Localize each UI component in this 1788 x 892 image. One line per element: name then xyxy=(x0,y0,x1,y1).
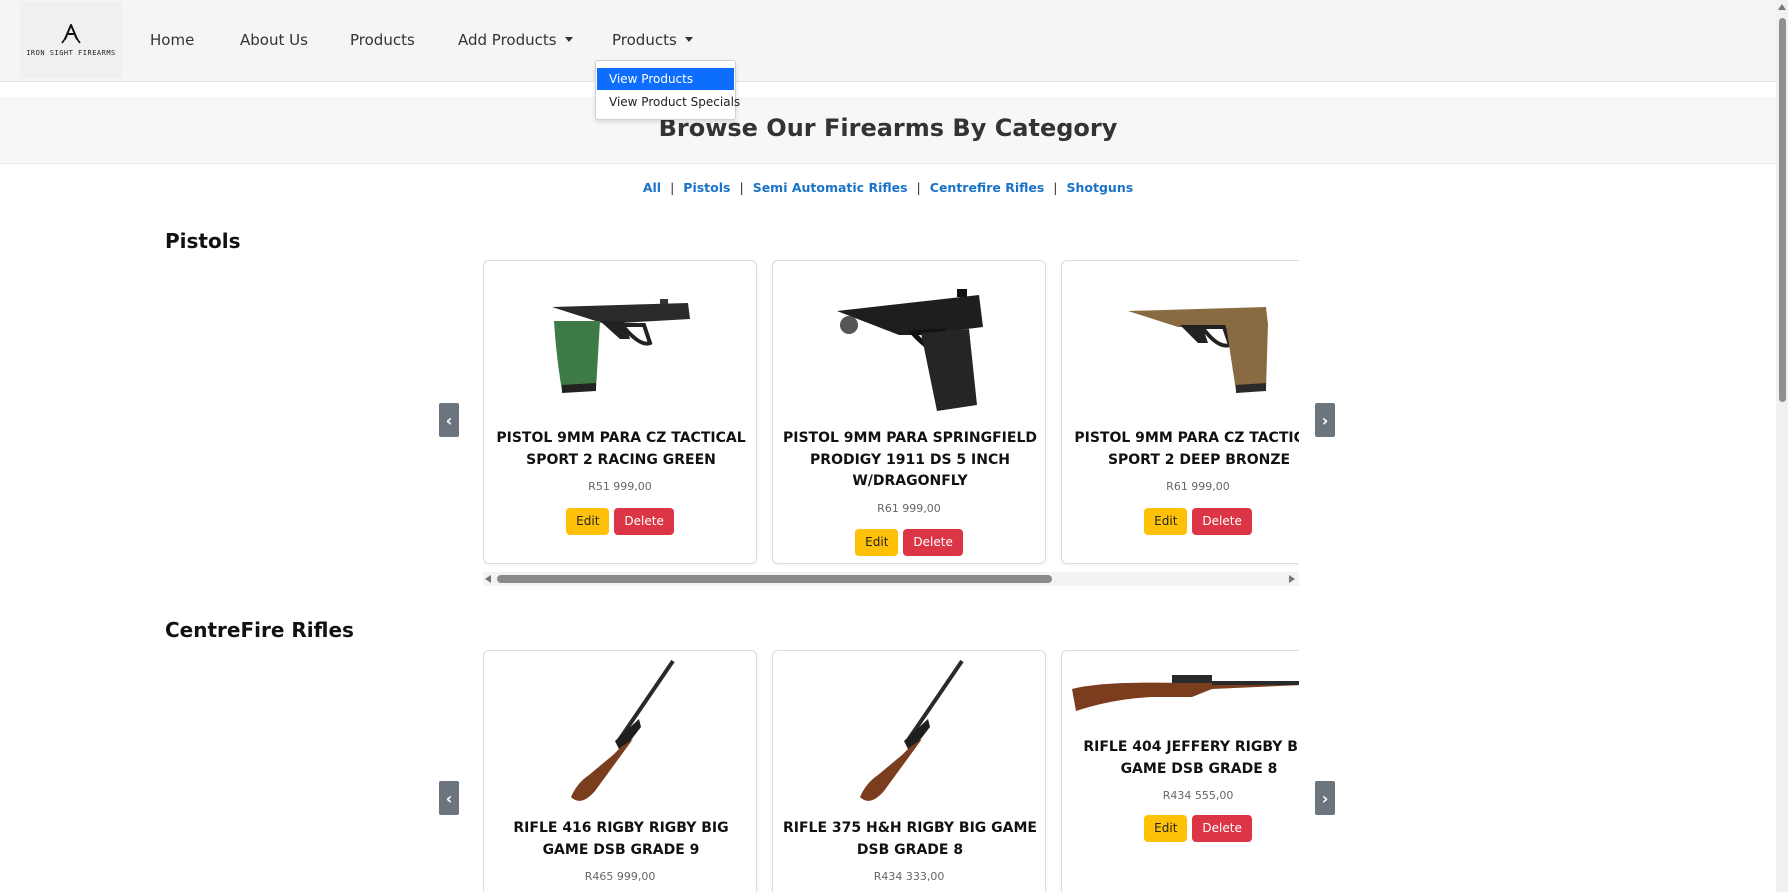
product-card: PISTOL 9MM PARA CZ TACTICAL SPORT 2 DEEP… xyxy=(1061,260,1299,564)
product-card: RIFLE 416 RIGBY RIGBY BIG GAME DSB GRADE… xyxy=(483,650,757,892)
brand-logo[interactable]: IRON SIGHT FIREARMS xyxy=(20,2,122,78)
scrollbar-thumb[interactable] xyxy=(497,575,1052,583)
separator: | xyxy=(739,180,744,195)
edit-button[interactable]: Edit xyxy=(1144,815,1188,842)
carousel-next-button[interactable]: › xyxy=(1315,403,1335,437)
product-name: RIFLE 375 H&H RIGBY BIG GAME DSB GRADE 8 xyxy=(783,820,1037,858)
category-link-centrefire-rifles[interactable]: Centrefire Rifles xyxy=(930,180,1045,195)
product-card: PISTOL 9MM PARA CZ TACTICAL SPORT 2 RACI… xyxy=(483,260,757,564)
category-link-shotguns[interactable]: Shotguns xyxy=(1067,180,1134,195)
scroll-up-arrow-icon[interactable] xyxy=(1778,4,1786,10)
page-vertical-scrollbar[interactable] xyxy=(1776,0,1788,892)
chevron-left-icon: ‹ xyxy=(445,788,453,808)
nav-products-dropdown-label: Products xyxy=(612,31,677,49)
hero-banner: Browse Our Firearms By Category xyxy=(0,97,1776,164)
product-price: R434 333,00 xyxy=(873,870,945,883)
carousel-prev-button[interactable]: ‹ xyxy=(439,781,459,815)
separator: | xyxy=(1053,180,1058,195)
edit-button[interactable]: Edit xyxy=(566,508,610,535)
category-link-all[interactable]: All xyxy=(643,180,661,195)
nav-products-dropdown[interactable]: Products xyxy=(612,31,693,49)
delete-button[interactable]: Delete xyxy=(1192,508,1252,535)
product-name: PISTOL 9MM PARA CZ TACTICAL SPORT 2 RACI… xyxy=(496,430,746,468)
chevron-down-icon xyxy=(564,37,573,42)
separator: | xyxy=(670,180,675,195)
nav-about-us[interactable]: About Us xyxy=(240,31,308,49)
product-price: R434 555,00 xyxy=(1162,789,1234,802)
chevron-right-icon: › xyxy=(1321,410,1329,430)
chevron-left-icon: ‹ xyxy=(445,410,453,430)
scroll-right-arrow-icon[interactable] xyxy=(1289,575,1295,583)
pistol-green-image xyxy=(484,285,756,395)
product-actions: Edit Delete xyxy=(1062,508,1299,535)
category-filter-links: All | Pistols | Semi Automatic Rifles | Centre… xyxy=(0,180,1776,195)
products-dropdown-menu: View Products View Product Specials xyxy=(595,60,740,120)
section-title-centrefire-rifles: CentreFire Rifles xyxy=(165,618,354,642)
scrollbar-thumb[interactable] xyxy=(1779,18,1786,402)
section-title-pistols: Pistols xyxy=(165,229,241,253)
carousel-next-button[interactable]: › xyxy=(1315,781,1335,815)
separator: | xyxy=(916,180,921,195)
product-actions: Edit Delete xyxy=(1062,815,1299,842)
product-actions: Edit Delete xyxy=(773,529,1045,556)
delete-button[interactable]: Delete xyxy=(614,508,674,535)
rifle-image xyxy=(773,657,1045,807)
product-card: RIFLE 375 H&H RIGBY BIG GAME DSB GRADE 8… xyxy=(772,650,1046,892)
dropdown-item-view-products[interactable]: View Products xyxy=(597,68,734,90)
product-name: RIFLE 404 JEFFERY RIGBY BIG GAME DSB GRA… xyxy=(1083,739,1299,777)
chevron-right-icon: › xyxy=(1321,788,1329,808)
crossed-rifles-icon xyxy=(61,24,81,44)
nav-home[interactable]: Home xyxy=(150,31,194,49)
product-card: RIFLE 404 JEFFERY RIGBY BIG GAME DSB GRA… xyxy=(1061,650,1299,892)
product-name: PISTOL 9MM PARA CZ TACTICAL SPORT 2 DEEP… xyxy=(1074,430,1299,468)
product-name: PISTOL 9MM PARA SPRINGFIELD PRODIGY 1911… xyxy=(783,430,1037,489)
nav-add-products-dropdown[interactable]: Add Products xyxy=(458,31,573,49)
dropdown-item-view-product-specials[interactable]: View Product Specials xyxy=(597,91,740,113)
pistol-black-image xyxy=(773,269,1045,415)
nav-products[interactable]: Products xyxy=(350,31,415,49)
rifle-image xyxy=(484,657,756,807)
rifle-horizontal-image xyxy=(1062,667,1299,717)
category-link-pistols[interactable]: Pistols xyxy=(683,180,730,195)
carousel-horizontal-scrollbar[interactable] xyxy=(483,572,1299,586)
brand-logo-text: IRON SIGHT FIREARMS xyxy=(26,49,116,57)
product-price: R61 999,00 xyxy=(877,502,941,515)
product-name: RIFLE 416 RIGBY RIGBY BIG GAME DSB GRADE… xyxy=(513,820,729,858)
delete-button[interactable]: Delete xyxy=(903,529,963,556)
pistol-bronze-image xyxy=(1062,285,1299,395)
carousel-prev-button[interactable]: ‹ xyxy=(439,403,459,437)
product-price: R61 999,00 xyxy=(1166,480,1230,493)
pistols-carousel: PISTOL 9MM PARA CZ TACTICAL SPORT 2 RACI… xyxy=(483,260,1299,570)
chevron-down-icon xyxy=(684,37,693,42)
top-navbar: IRON SIGHT FIREARMS Home About Us Produc… xyxy=(0,0,1776,82)
centrefire-rifles-carousel: RIFLE 416 RIGBY RIGBY BIG GAME DSB GRADE… xyxy=(483,650,1299,892)
product-price: R465 999,00 xyxy=(584,870,656,883)
page-title: Browse Our Firearms By Category xyxy=(658,114,1118,142)
product-card: PISTOL 9MM PARA SPRINGFIELD PRODIGY 1911… xyxy=(772,260,1046,564)
nav-add-products-label: Add Products xyxy=(458,31,557,49)
category-link-semi-automatic-rifles[interactable]: Semi Automatic Rifles xyxy=(753,180,908,195)
product-price: R51 999,00 xyxy=(588,480,652,493)
delete-button[interactable]: Delete xyxy=(1192,815,1252,842)
scroll-left-arrow-icon[interactable] xyxy=(485,575,491,583)
edit-button[interactable]: Edit xyxy=(855,529,899,556)
edit-button[interactable]: Edit xyxy=(1144,508,1188,535)
product-actions: Edit Delete xyxy=(484,508,756,535)
